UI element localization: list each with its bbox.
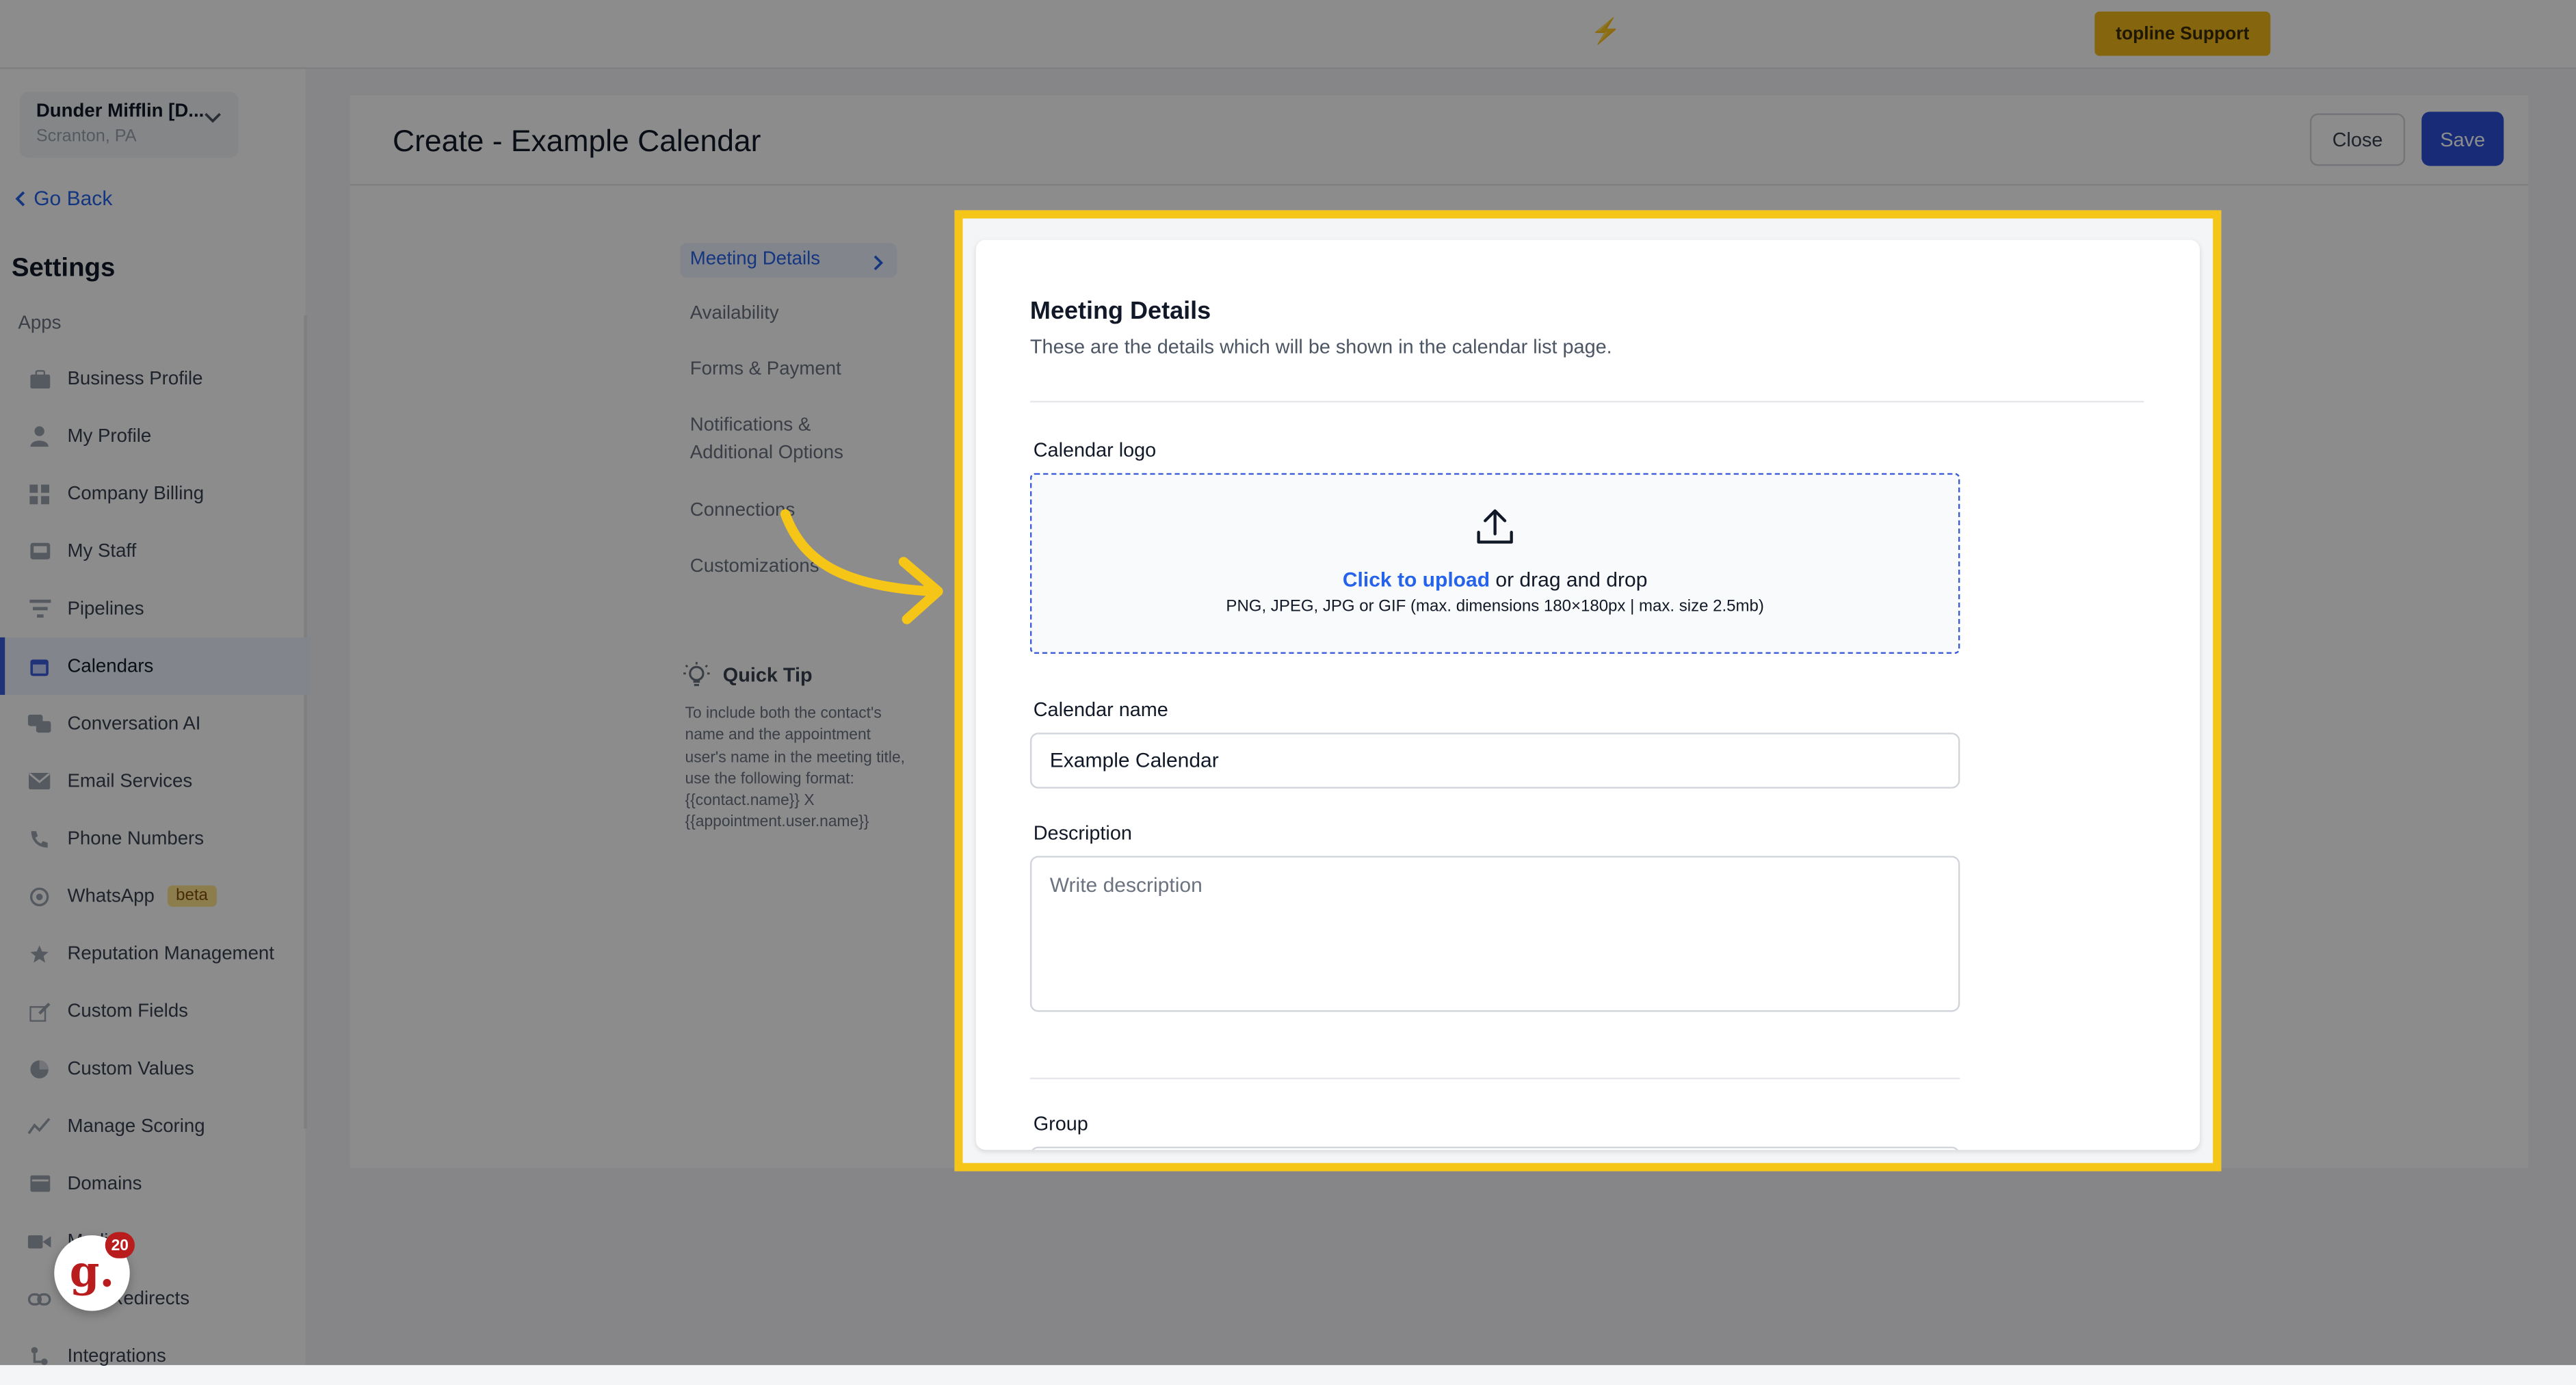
click-to-upload-link[interactable]: Click to upload bbox=[1343, 568, 1490, 592]
group-select[interactable] bbox=[1029, 1146, 1960, 1150]
logo-upload-dropzone[interactable]: Click to upload or drag and drop PNG, JP… bbox=[1029, 473, 1960, 654]
upload-icon bbox=[1472, 504, 1518, 550]
section-subtitle: These are the details which will be show… bbox=[1029, 334, 1612, 358]
upload-instruction: Click to upload or drag and drop bbox=[1031, 568, 1958, 592]
notification-count-badge: 20 bbox=[105, 1232, 135, 1258]
group-label: Group bbox=[1033, 1112, 1088, 1135]
upload-hint: PNG, JPEG, JPG or GIF (max. dimensions 1… bbox=[1226, 598, 1764, 616]
calendar-name-input[interactable] bbox=[1029, 733, 1960, 789]
annotation-arrow-icon bbox=[780, 509, 943, 624]
calendar-name-label: Calendar name bbox=[1033, 698, 1168, 722]
description-label: Description bbox=[1033, 821, 1132, 845]
g-logo-icon: g. bbox=[69, 1248, 115, 1298]
description-textarea[interactable] bbox=[1029, 856, 1960, 1012]
section-title: Meeting Details bbox=[1029, 297, 1211, 326]
meeting-details-card: Meeting Details These are the details wh… bbox=[975, 239, 2200, 1150]
upload-drag-text: or drag and drop bbox=[1490, 568, 1648, 592]
divider bbox=[1029, 401, 2144, 403]
calendar-logo-label: Calendar logo bbox=[1033, 438, 1157, 462]
divider bbox=[1029, 1077, 1960, 1079]
